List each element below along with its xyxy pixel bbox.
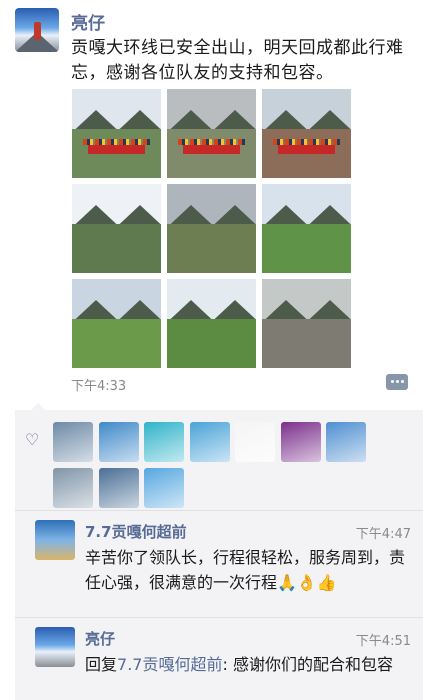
more-dot-icon: [401, 380, 404, 383]
commenter-avatar[interactable]: [35, 520, 75, 560]
author-name[interactable]: 亮仔: [71, 9, 105, 34]
panel-arrow: [31, 403, 45, 410]
photo-ground: [167, 224, 256, 273]
comment-time: 下午4:51: [355, 634, 411, 649]
likes-comments-panel: ♡ 7.7贡嘎何超前 下午4:47 辛苦你了领队长，行程很轻松，服务周到，责任心…: [15, 403, 423, 700]
reply-prefix: 回复: [85, 655, 118, 674]
comment-time: 下午4:47: [355, 527, 411, 542]
post-photo[interactable]: [262, 279, 351, 368]
avatar-climber: [34, 22, 41, 40]
more-dot-icon: [396, 380, 399, 383]
reply-body: : 感谢你们的配合和包容: [222, 655, 393, 674]
liker-avatar[interactable]: [98, 468, 139, 508]
post-photo[interactable]: [72, 184, 161, 273]
more-dot-icon: [391, 380, 394, 383]
photo-banner: [88, 145, 145, 154]
comment-text[interactable]: 辛苦你了领队长，行程很轻松，服务周到，责任心强，很满意的一次行程🙏👌👍: [85, 545, 413, 595]
comment-text[interactable]: 回复7.7贡嘎何超前: 感谢你们的配合和包容: [85, 652, 413, 677]
liker-avatar[interactable]: [144, 422, 184, 462]
photo-ground: [72, 224, 161, 273]
post-photo[interactable]: [167, 279, 256, 368]
reply-target-name[interactable]: 7.7贡嘎何超前: [117, 655, 222, 674]
post-photo[interactable]: [72, 279, 161, 368]
heart-icon: ♡: [25, 430, 40, 449]
post-photo[interactable]: [72, 89, 161, 178]
photo-ground: [167, 319, 256, 368]
author-avatar[interactable]: [15, 8, 59, 52]
comment-more-button[interactable]: [386, 374, 408, 390]
liker-avatar[interactable]: [235, 422, 275, 462]
commenter-name[interactable]: 亮仔: [85, 628, 115, 649]
post-timestamp: 下午4:33: [71, 379, 127, 394]
photo-ground: [262, 319, 351, 368]
photo-banner: [278, 145, 335, 154]
photo-ground: [72, 319, 161, 368]
moments-post: 亮仔 贡嘎大环线已安全出山，明天回成都此行难忘，感谢各位队友的支持和包容。 下午…: [0, 0, 436, 700]
post-photo[interactable]: [167, 184, 256, 273]
commenter-avatar[interactable]: [35, 627, 75, 667]
post-photo[interactable]: [262, 184, 351, 273]
liker-avatar[interactable]: [144, 468, 184, 508]
liker-avatar[interactable]: [189, 422, 230, 462]
divider: [15, 617, 423, 618]
photo-ground: [262, 224, 351, 273]
commenter-name[interactable]: 7.7贡嘎何超前: [85, 521, 187, 542]
post-photo[interactable]: [262, 89, 351, 178]
post-photo[interactable]: [167, 89, 256, 178]
liker-avatar[interactable]: [98, 422, 139, 462]
liker-avatar[interactable]: [326, 422, 366, 462]
liker-avatar[interactable]: [53, 422, 93, 462]
photo-banner: [183, 145, 240, 154]
liker-avatar[interactable]: [53, 468, 93, 508]
post-text: 贡嘎大环线已安全出山，明天回成都此行难忘，感谢各位队友的支持和包容。: [71, 38, 404, 83]
liker-avatar[interactable]: [280, 422, 321, 462]
divider: [15, 510, 423, 511]
